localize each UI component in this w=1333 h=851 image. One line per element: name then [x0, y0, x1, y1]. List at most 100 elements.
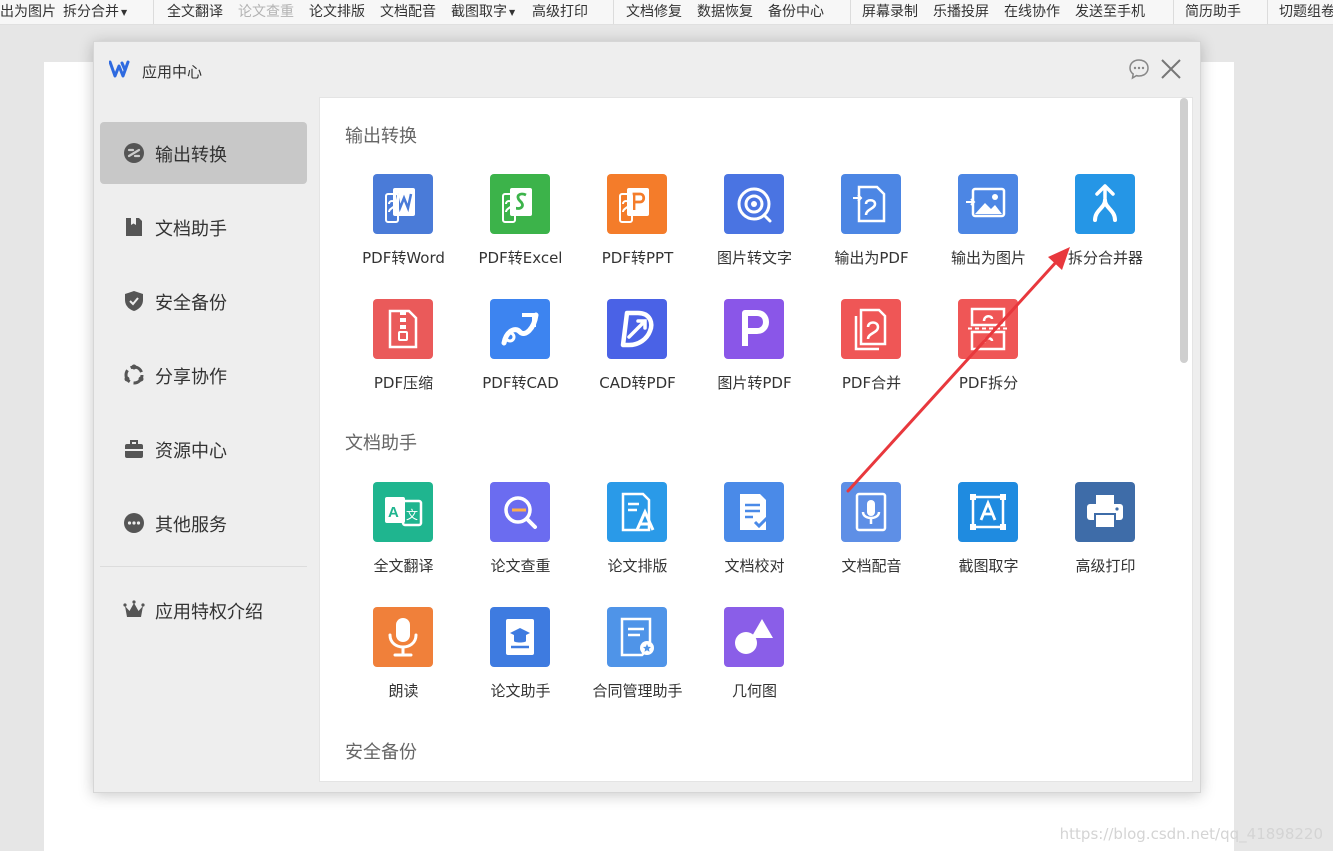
- app-pdf-to-excel[interactable]: PDF转Excel: [462, 174, 579, 284]
- toolbar-translate[interactable]: 全文翻译: [167, 1, 223, 21]
- app-thesis-assistant[interactable]: 论文助手: [462, 607, 579, 717]
- print-icon: [1075, 482, 1135, 542]
- sidebar-item-label: 安全备份: [155, 293, 227, 314]
- app-cad-to-pdf[interactable]: CAD转PDF: [579, 299, 696, 409]
- toolbar-thesis-layout[interactable]: 论文排版: [309, 1, 365, 21]
- toolbar-screenshot-ocr[interactable]: 截图取字 ▼: [451, 1, 515, 21]
- share-icon: [123, 364, 145, 386]
- app-read-aloud[interactable]: 朗读: [345, 607, 462, 717]
- app-contract-manager[interactable]: 合同管理助手: [579, 607, 696, 717]
- app-label: PDF转Excel: [478, 249, 563, 267]
- sidebar-item-security-backup[interactable]: 安全备份: [100, 270, 307, 332]
- sidebar-item-label: 分享协作: [155, 367, 227, 388]
- shield-icon: [123, 290, 145, 312]
- contract-icon: [607, 607, 667, 667]
- more-icon: [123, 512, 145, 534]
- toolbar-backup-center[interactable]: 备份中心: [768, 1, 824, 21]
- chat-icon[interactable]: [1128, 58, 1150, 84]
- sidebar-item-label: 输出转换: [155, 145, 227, 166]
- app-label: CAD转PDF: [599, 374, 676, 392]
- dialog-title: 应用中心: [142, 63, 203, 81]
- export-pdf-icon: [841, 174, 901, 234]
- app-export-image[interactable]: 输出为图片: [930, 174, 1047, 284]
- top-toolbar: 出为图片 拆分合并 ▼ 全文翻译 论文查重 论文排版 文档配音 截图取字 ▼ 高级打…: [0, 0, 1333, 25]
- app-pdf-to-word[interactable]: PDF转Word: [345, 174, 462, 284]
- pdf-to-cad-icon: [490, 299, 550, 359]
- app-label: PDF转CAD: [482, 374, 559, 392]
- app-label: 论文查重: [490, 557, 551, 575]
- pdf-to-ppt-icon: [607, 174, 667, 234]
- sidebar-item-privilege-intro[interactable]: 应用特权介绍: [100, 579, 307, 641]
- sidebar-item-doc-assistant[interactable]: 文档助手: [100, 196, 307, 258]
- toolbar-resume-assistant[interactable]: 简历助手: [1185, 1, 1241, 21]
- app-label: 全文翻译: [373, 557, 434, 575]
- app-label: 文档校对: [724, 557, 785, 575]
- proofread-icon: [724, 482, 784, 542]
- app-label: 论文助手: [490, 682, 551, 700]
- app-label: 输出为图片: [950, 249, 1026, 267]
- image-to-text-icon: [724, 174, 784, 234]
- app-voiceover[interactable]: 文档配音: [813, 482, 930, 592]
- app-image-to-text[interactable]: 图片转文字: [696, 174, 813, 284]
- app-geometry[interactable]: 几何图: [696, 607, 813, 717]
- app-label: 高级打印: [1075, 557, 1136, 575]
- toolbar-screen-cast[interactable]: 乐播投屏: [933, 1, 989, 21]
- app-translate[interactable]: A文 全文翻译: [345, 482, 462, 592]
- app-pdf-to-ppt[interactable]: PDF转PPT: [579, 174, 696, 284]
- sidebar-item-output-convert[interactable]: 输出转换: [100, 122, 307, 184]
- app-label: 文档配音: [841, 557, 902, 575]
- app-label: PDF转Word: [362, 249, 445, 267]
- app-screenshot-ocr[interactable]: 截图取字: [930, 482, 1047, 592]
- toolbar-split-merge[interactable]: 拆分合并 ▼: [63, 1, 127, 21]
- toolbar-send-to-phone[interactable]: 发送至手机: [1075, 1, 1145, 21]
- translate-icon: A文: [373, 482, 433, 542]
- scrollbar[interactable]: [1180, 98, 1188, 363]
- section-title: 输出转换: [345, 126, 417, 147]
- app-pdf-merge[interactable]: PDF合并: [813, 299, 930, 409]
- voiceover-icon: [841, 482, 901, 542]
- toolbar-data-recovery[interactable]: 数据恢复: [697, 1, 753, 21]
- app-pdf-compress[interactable]: PDF压缩: [345, 299, 462, 409]
- app-proofread[interactable]: 文档校对: [696, 482, 813, 592]
- toolbar-exam-builder[interactable]: 切题组卷: [1279, 1, 1333, 21]
- app-thesis-layout[interactable]: 论文排版: [579, 482, 696, 592]
- app-label: 输出为PDF: [834, 249, 909, 267]
- pdf-to-excel-icon: [490, 174, 550, 234]
- toolbar-divider: [850, 0, 851, 24]
- app-label: 合同管理助手: [592, 682, 683, 700]
- sidebar-divider: [100, 566, 307, 567]
- toolbar-doc-repair[interactable]: 文档修复: [626, 1, 682, 21]
- app-label: PDF拆分: [958, 374, 1019, 392]
- sidebar-item-label: 应用特权介绍: [155, 602, 263, 623]
- screenshot-ocr-icon: [958, 482, 1018, 542]
- toolbar-thesis-check[interactable]: 论文查重: [238, 1, 294, 21]
- toolbar-advanced-print[interactable]: 高级打印: [532, 1, 588, 21]
- app-label: 论文排版: [607, 557, 668, 575]
- pdf-compress-icon: [373, 299, 433, 359]
- thesis-assistant-icon: [490, 607, 550, 667]
- app-image-to-pdf[interactable]: 图片转PDF: [696, 299, 813, 409]
- toolbar-online-collab[interactable]: 在线协作: [1004, 1, 1060, 21]
- app-export-pdf[interactable]: 输出为PDF: [813, 174, 930, 284]
- microphone-icon: [373, 607, 433, 667]
- toolbar-divider: [613, 0, 614, 24]
- sidebar-item-share-collab[interactable]: 分享协作: [100, 344, 307, 406]
- app-label: PDF转PPT: [601, 249, 674, 267]
- export-image-icon: [958, 174, 1018, 234]
- app-advanced-print[interactable]: 高级打印: [1047, 482, 1164, 592]
- sidebar-item-resource-center[interactable]: 资源中心: [100, 418, 307, 480]
- toolbar-voiceover[interactable]: 文档配音: [380, 1, 436, 21]
- sidebar-item-label: 资源中心: [155, 441, 227, 462]
- app-thesis-check[interactable]: 论文查重: [462, 482, 579, 592]
- app-pdf-to-cad[interactable]: PDF转CAD: [462, 299, 579, 409]
- app-label: 拆分合并器: [1067, 249, 1143, 267]
- app-label: 图片转PDF: [717, 374, 792, 392]
- sidebar-item-label: 其他服务: [155, 515, 227, 536]
- sidebar-item-other-services[interactable]: 其他服务: [100, 492, 307, 554]
- app-split-merge[interactable]: 拆分合并器: [1047, 174, 1164, 284]
- close-icon[interactable]: [1160, 58, 1182, 84]
- app-pdf-split[interactable]: PDF拆分: [930, 299, 1047, 409]
- section-title: 文档助手: [345, 433, 417, 454]
- toolbar-export-image[interactable]: 出为图片: [0, 1, 56, 21]
- toolbar-screen-record[interactable]: 屏幕录制: [862, 1, 918, 21]
